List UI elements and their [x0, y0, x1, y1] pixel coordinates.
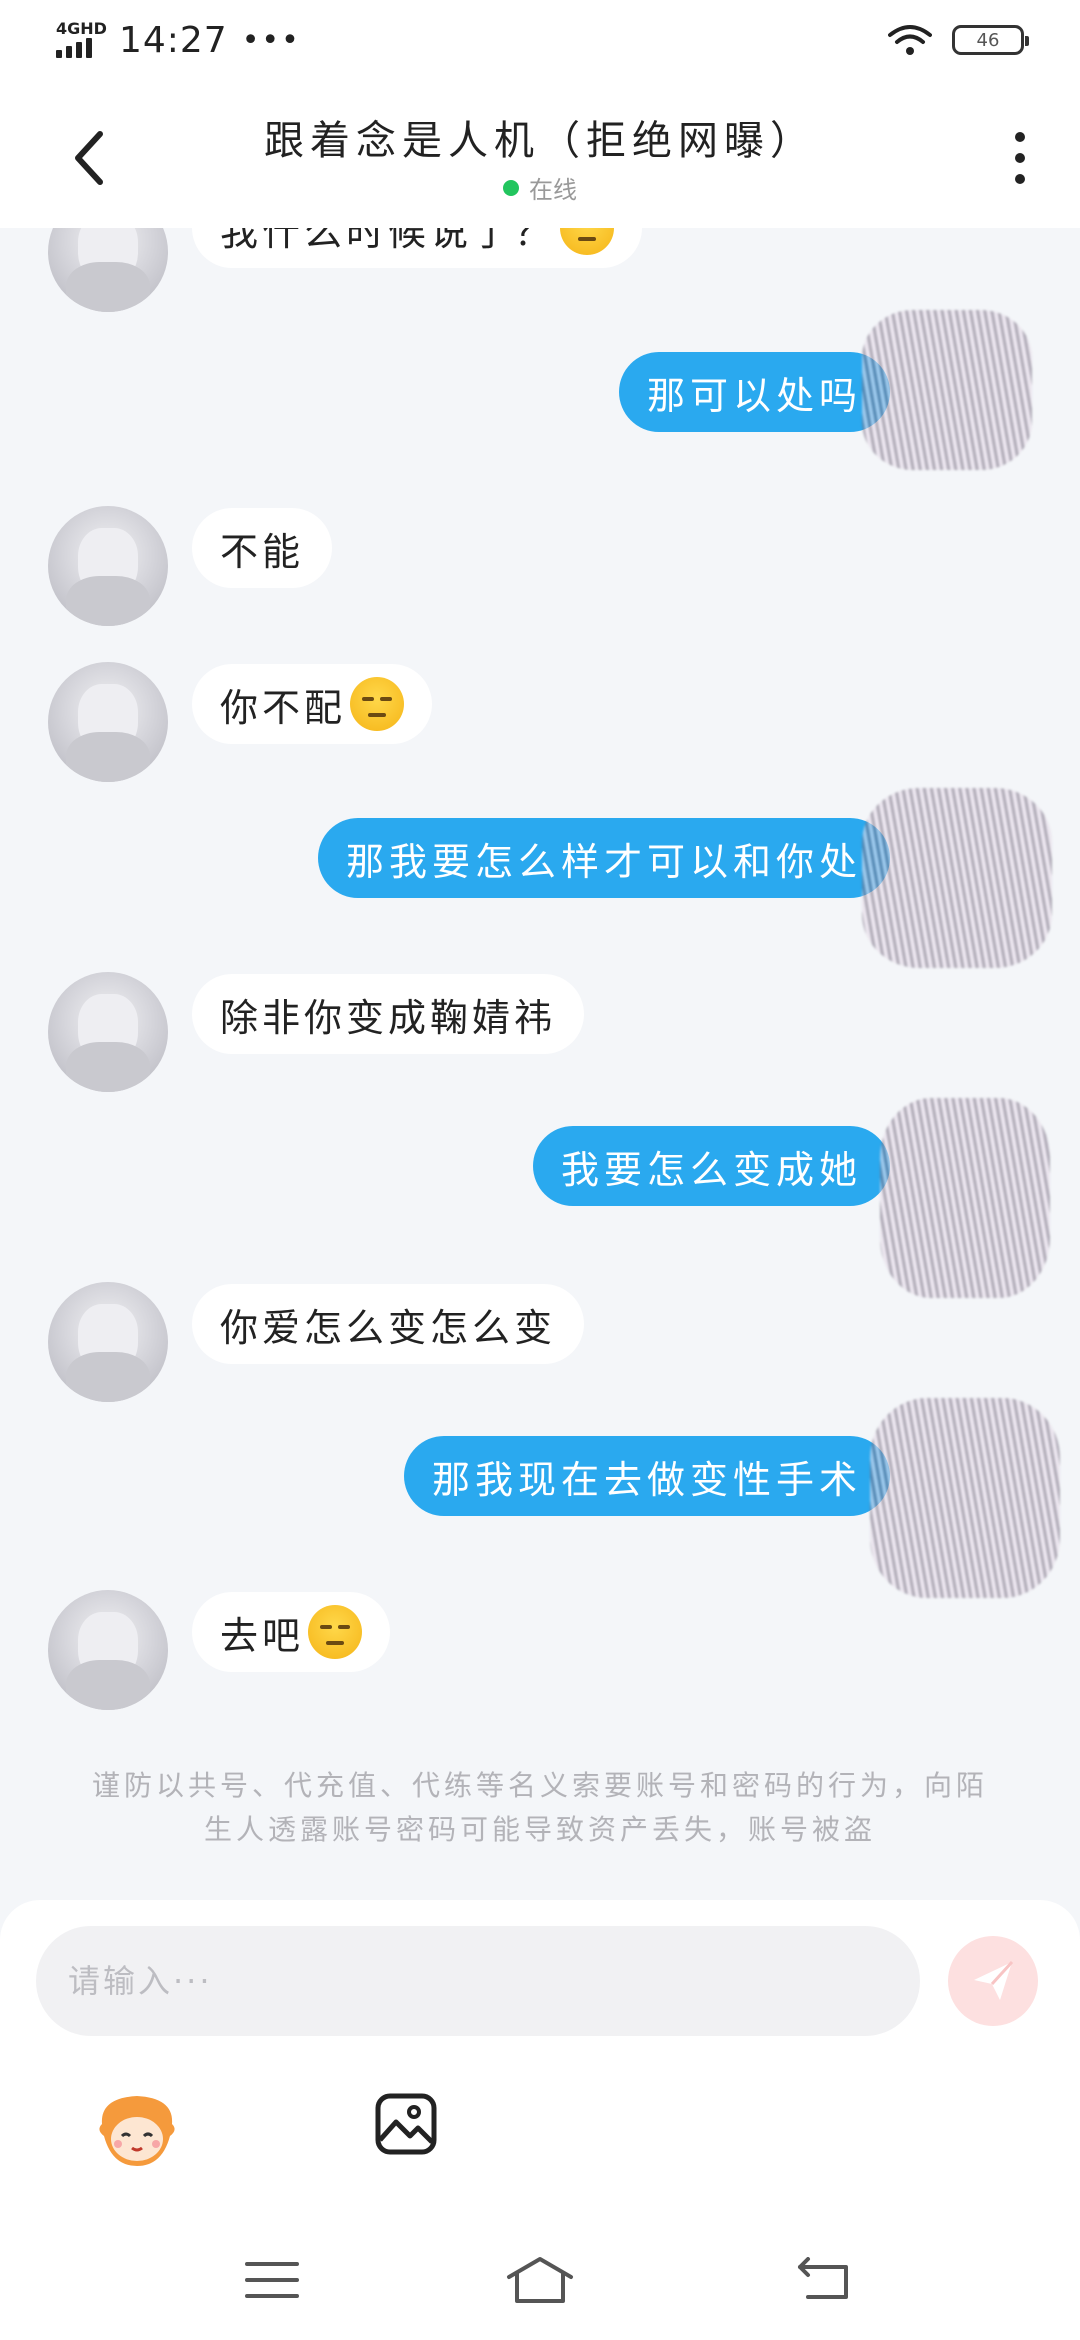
network-type: 4GHD	[56, 19, 107, 38]
back-icon	[798, 2257, 848, 2299]
chat-messages[interactable]: 我什么时候说了？ 那可以处吗 不能 你不配 那我要怎么样才可以和你处 除非你变成…	[0, 228, 1080, 1898]
wifi-icon	[888, 25, 932, 55]
signal-indicator: 4GHD	[56, 19, 107, 58]
image-button[interactable]	[374, 2092, 438, 2156]
online-status-label: 在线	[529, 176, 577, 204]
status-bar: 4GHD 14:27 ••• 46	[0, 0, 1080, 80]
message-text: 去吧	[220, 1613, 305, 1658]
image-icon	[375, 2093, 437, 2155]
redaction-scribble	[862, 788, 1052, 968]
redaction-scribble	[870, 1398, 1060, 1598]
message-text: 我什么时候说了？	[220, 228, 557, 254]
send-button[interactable]	[948, 1936, 1038, 2026]
message-text: 不能	[220, 529, 305, 574]
message-bubble-right[interactable]: 那我要怎么样才可以和你处	[317, 818, 890, 898]
message-bubble-right[interactable]: 我要怎么变成她	[532, 1126, 890, 1206]
message-text: 那可以处吗	[646, 373, 862, 418]
avatar[interactable]	[48, 972, 168, 1092]
unamused-face-icon	[308, 1605, 363, 1659]
avatar[interactable]	[48, 1282, 168, 1402]
sticker-icon	[99, 2096, 175, 2166]
system-nav-bar	[0, 2220, 1080, 2340]
unamused-face-icon	[350, 677, 405, 731]
message-bubble-left[interactable]: 去吧	[192, 1592, 391, 1672]
paper-plane-icon	[974, 1960, 1014, 2000]
message-bubble-left[interactable]: 除非你变成鞠婧祎	[192, 974, 585, 1054]
more-notifications-icon: •••	[241, 22, 301, 58]
more-dot	[1015, 153, 1025, 163]
sticker-button[interactable]	[92, 2084, 182, 2174]
signal-bars-icon	[56, 36, 107, 58]
message-text: 除非你变成鞠婧祎	[220, 995, 557, 1040]
message-bubble-left[interactable]: 你爱怎么变怎么变	[192, 1284, 585, 1364]
online-dot-icon	[503, 179, 519, 196]
message-bubble-left[interactable]: 我什么时候说了？	[192, 228, 643, 268]
message-text: 那我现在去做变性手术	[431, 1457, 862, 1502]
chat-title: 跟着念是人机（拒绝网曝）	[264, 118, 816, 164]
status-time: 14:27	[118, 19, 228, 61]
message-text: 我要怎么变成她	[560, 1147, 862, 1192]
message-bubble-left[interactable]: 不能	[192, 508, 333, 588]
battery-icon: 46	[952, 25, 1029, 55]
message-bubble-right[interactable]: 那我现在去做变性手术	[403, 1436, 890, 1516]
message-bubble-right[interactable]: 那可以处吗	[618, 352, 890, 432]
message-text: 你不配	[220, 685, 347, 730]
redaction-scribble	[862, 310, 1032, 470]
battery-level: 46	[976, 29, 1000, 51]
redaction-scribble	[880, 1098, 1050, 1298]
menu-icon	[245, 2262, 299, 2298]
home-icon	[507, 2257, 573, 2303]
more-options-button[interactable]	[1008, 128, 1032, 188]
more-dot	[1015, 174, 1025, 184]
chat-header: 跟着念是人机（拒绝网曝） 在线	[0, 80, 1080, 228]
back-nav-button[interactable]	[774, 2250, 874, 2310]
message-text: 那我要怎么样才可以和你处	[345, 839, 862, 884]
message-bubble-left[interactable]: 你不配	[192, 664, 433, 744]
message-text: 你爱怎么变怎么变	[220, 1305, 557, 1350]
menu-button[interactable]	[222, 2250, 322, 2310]
avatar[interactable]	[48, 228, 168, 312]
online-status: 在线	[0, 170, 1080, 205]
avatar[interactable]	[48, 662, 168, 782]
more-dot	[1015, 132, 1025, 142]
avatar[interactable]	[48, 1590, 168, 1710]
avatar[interactable]	[48, 506, 168, 626]
home-button[interactable]	[490, 2250, 590, 2310]
unamused-face-icon	[560, 228, 615, 255]
security-notice: 谨防以共号、代充值、代练等名义索要账号和密码的行为，向陌生人透露账号密码可能导致…	[91, 1769, 988, 1846]
message-input[interactable]	[36, 1926, 920, 2036]
